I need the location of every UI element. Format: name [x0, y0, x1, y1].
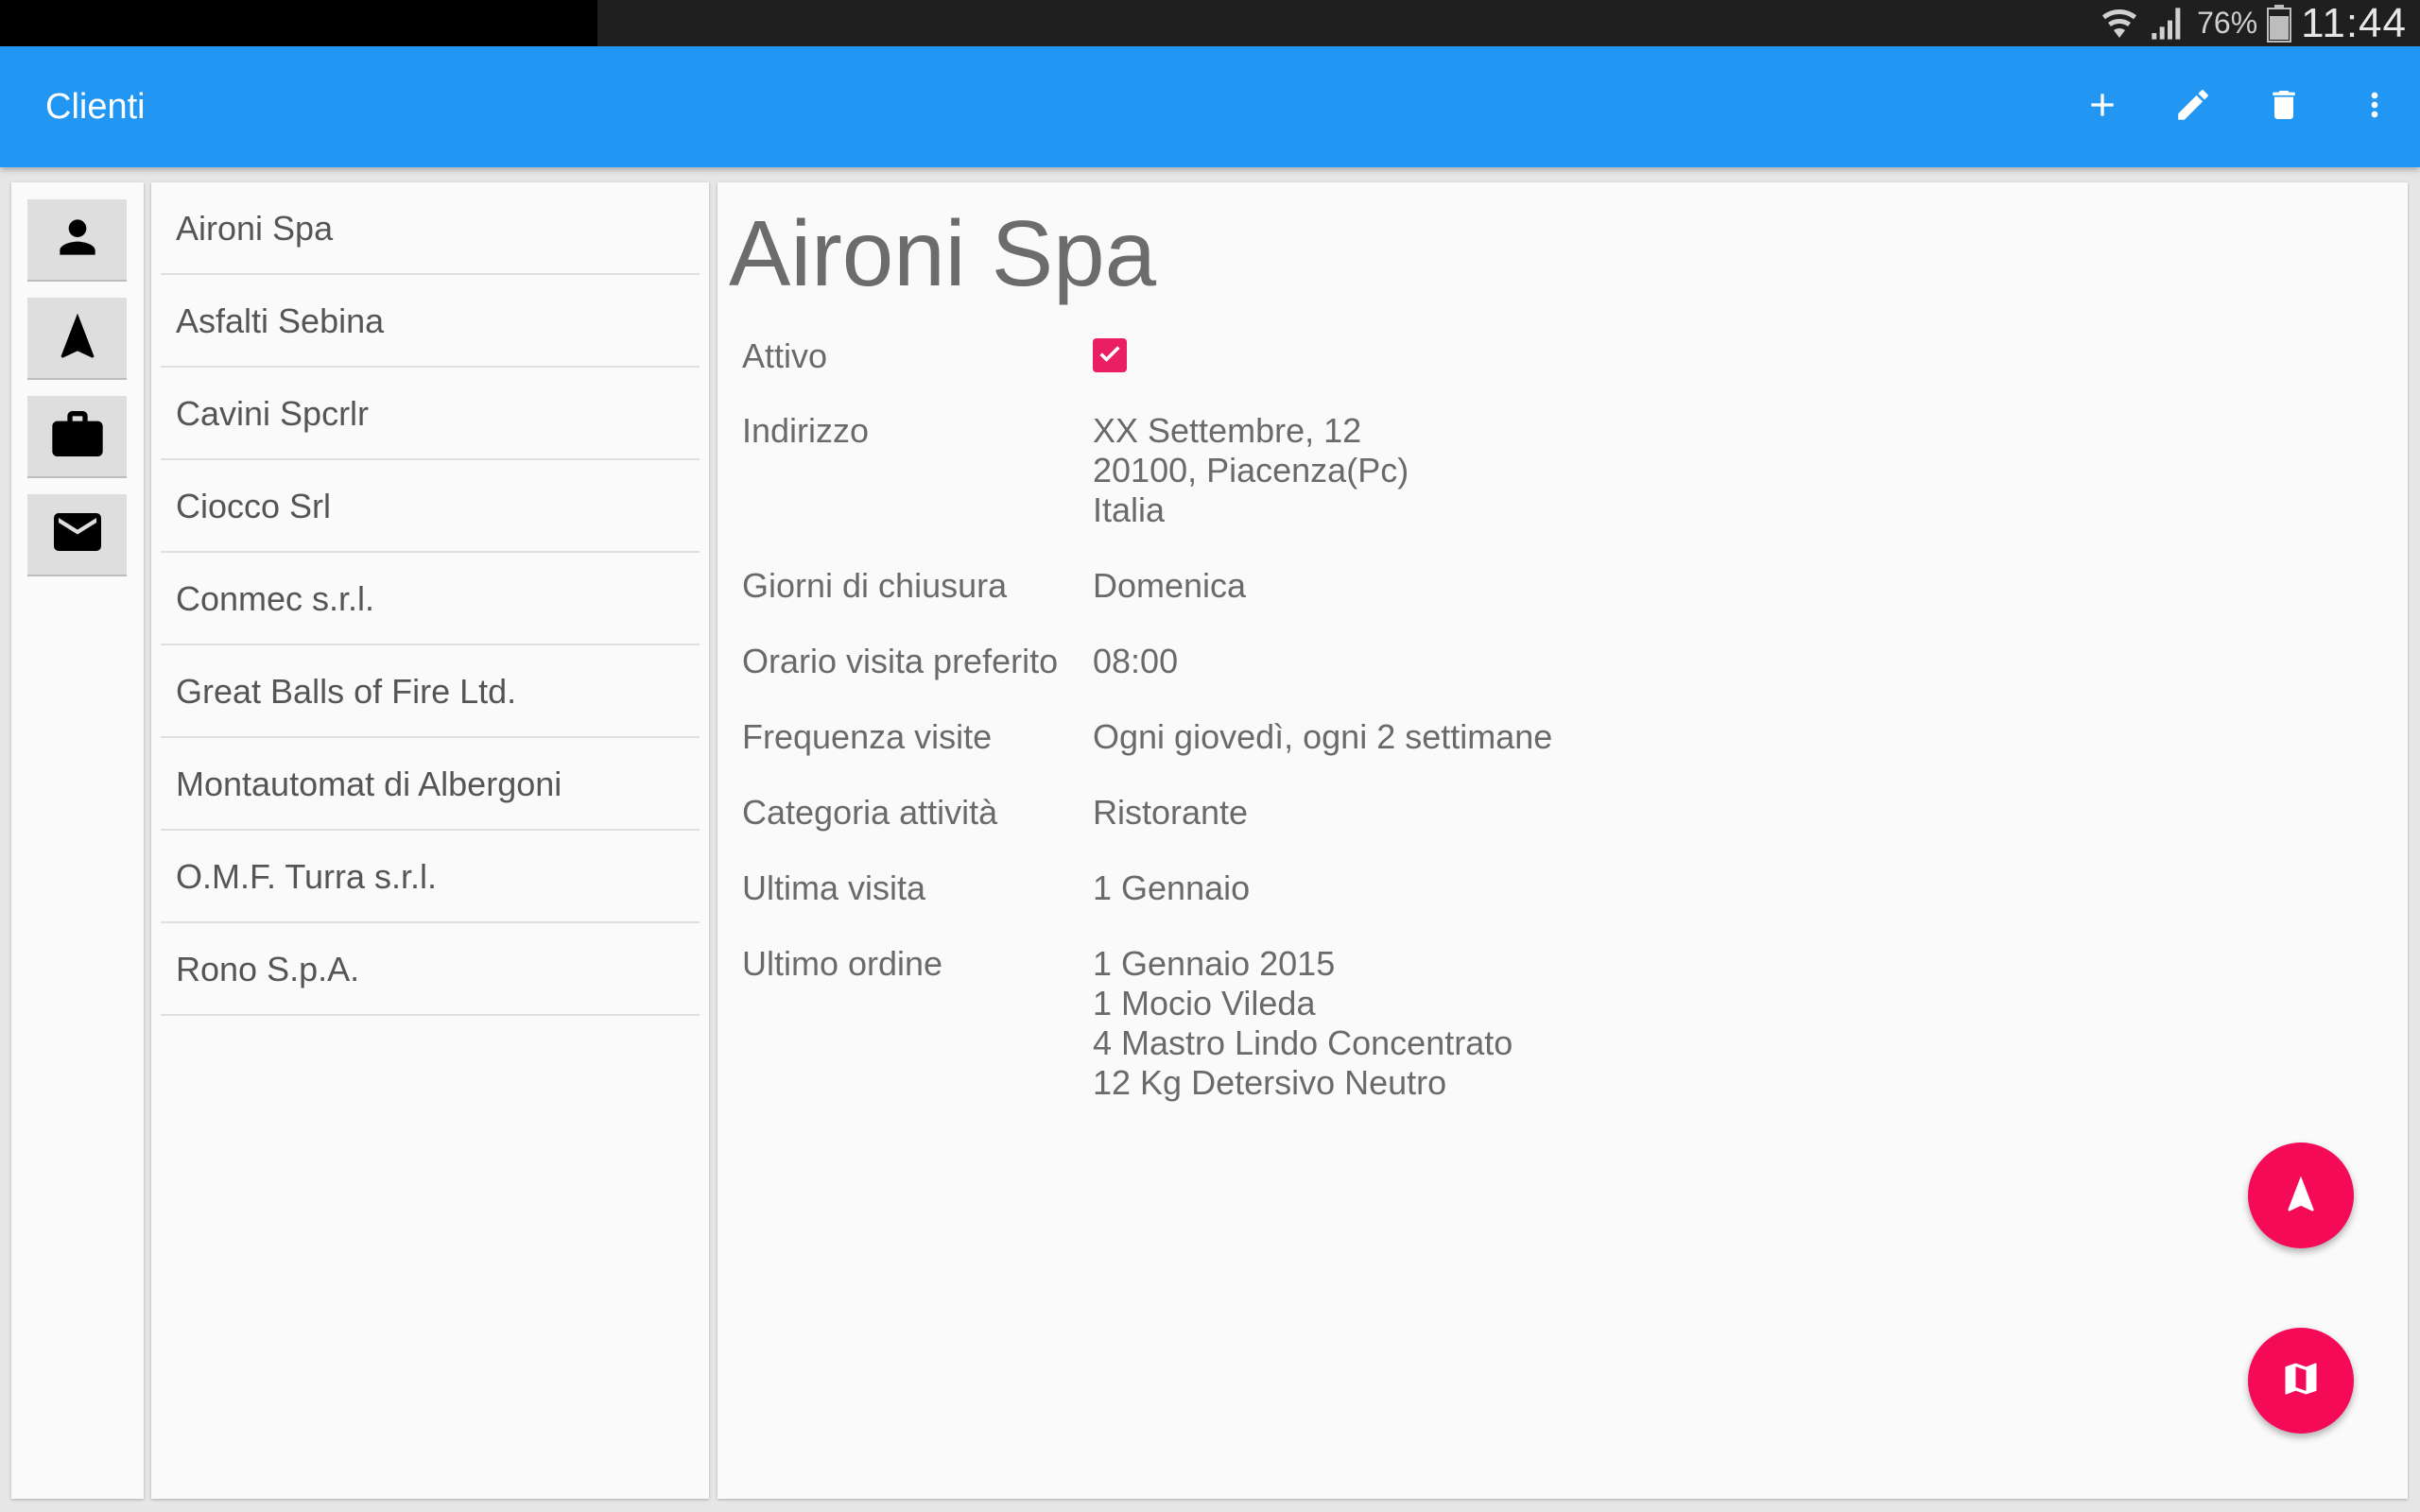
delete-button[interactable] [2238, 61, 2329, 152]
list-item[interactable]: Ciocco Srl [161, 460, 700, 553]
add-icon [2083, 86, 2121, 129]
navigation-icon [2280, 1171, 2322, 1221]
map-fab[interactable] [2248, 1328, 2354, 1434]
client-list: Aironi Spa Asfalti Sebina Cavini Spcrlr … [151, 182, 709, 1499]
active-label: Attivo [742, 336, 828, 375]
navigation-icon [51, 305, 104, 370]
closing-days-value: Domenica [1093, 566, 1247, 605]
status-icons: 76% 11:44 [2100, 0, 2407, 46]
app-bar: Clienti [0, 46, 2420, 167]
wifi-icon [2100, 5, 2138, 43]
address-line: 20100, Piacenza(Pc) [1093, 451, 1409, 490]
mail-icon [47, 504, 108, 565]
last-order-label: Ultimo ordine [742, 944, 943, 983]
app-bar-actions [2057, 46, 2420, 167]
edit-button[interactable] [2148, 61, 2238, 152]
icon-rail [11, 182, 144, 1499]
overflow-menu-button[interactable] [2329, 61, 2420, 152]
clock: 11:44 [2301, 0, 2407, 46]
delete-icon [2265, 85, 2303, 129]
rail-button-mail[interactable] [27, 494, 127, 576]
active-checkbox[interactable] [1093, 338, 1127, 372]
list-item[interactable]: Cavini Spcrlr [161, 368, 700, 460]
list-item[interactable]: Rono S.p.A. [161, 923, 700, 1016]
battery-icon [2267, 4, 2292, 43]
preferred-time-label: Orario visita preferito [742, 642, 1059, 680]
last-order-line: 1 Mocio Vileda [1093, 984, 1316, 1022]
rail-button-navigation[interactable] [27, 298, 127, 380]
last-order-line: 12 Kg Detersivo Neutro [1093, 1063, 1447, 1102]
visit-frequency-label: Frequenza visite [742, 717, 993, 756]
navigate-fab[interactable] [2248, 1143, 2354, 1248]
preferred-time-value: 08:00 [1093, 642, 1179, 680]
list-item[interactable]: Asfalti Sebina [161, 275, 700, 368]
list-item[interactable]: Great Balls of Fire Ltd. [161, 645, 700, 738]
add-button[interactable] [2057, 61, 2148, 152]
list-item[interactable]: Aironi Spa [161, 182, 700, 275]
client-detail: Aironi Spa Attivo Indirizzo XX Settembre… [717, 182, 2408, 1499]
address-line: Italia [1093, 490, 1166, 529]
list-item[interactable]: O.M.F. Turra s.r.l. [161, 831, 700, 923]
visit-frequency-value: Ogni giovedì, ogni 2 settimane [1093, 717, 1553, 756]
edit-icon [2173, 85, 2213, 129]
rail-button-person[interactable] [27, 199, 127, 282]
status-bar-left-strip [0, 0, 597, 46]
person-icon [51, 211, 104, 268]
rail-button-briefcase[interactable] [27, 396, 127, 478]
last-order-line: 1 Gennaio 2015 [1093, 944, 1336, 983]
app-bar-title: Clienti [45, 87, 146, 127]
map-icon [2280, 1358, 2322, 1404]
signal-icon [2148, 5, 2187, 43]
list-item[interactable]: Montautomat di Albergoni [161, 738, 700, 831]
closing-days-label: Giorni di chiusura [742, 566, 1008, 605]
overflow-menu-icon [2356, 86, 2394, 129]
last-visit-label: Ultima visita [742, 868, 926, 907]
status-bar: 76% 11:44 [0, 0, 2420, 46]
category-value: Ristorante [1093, 793, 1249, 832]
briefcase-icon [47, 404, 108, 469]
address-line: XX Settembre, 12 [1093, 411, 1362, 450]
last-visit-value: 1 Gennaio [1093, 868, 1251, 907]
address-label: Indirizzo [742, 411, 870, 450]
category-label: Categoria attività [742, 793, 998, 832]
battery-percentage: 76% [2197, 6, 2258, 40]
checkmark-icon [1097, 340, 1123, 371]
list-item[interactable]: Conmec s.r.l. [161, 553, 700, 645]
last-order-line: 4 Mastro Lindo Concentrato [1093, 1023, 1513, 1062]
client-name-title: Aironi Spa [729, 201, 1157, 305]
